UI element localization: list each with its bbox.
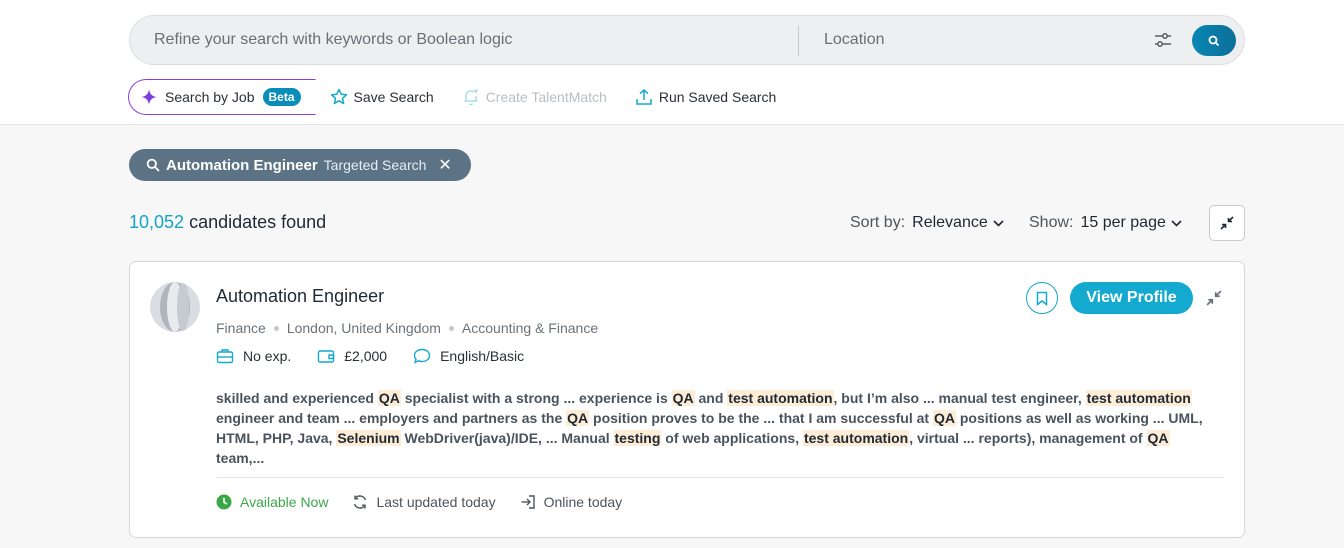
snippet-text: engineer and team ... employers and part…: [216, 410, 567, 426]
clock-icon: [216, 494, 232, 510]
online-label: Online today: [543, 494, 623, 510]
sliders-icon: [1155, 33, 1171, 47]
search-by-job-button[interactable]: Search by Job Beta: [128, 79, 316, 115]
candidate-sector: Accounting & Finance: [461, 320, 599, 336]
chevron-down-icon: [993, 219, 1004, 227]
refresh-icon: [354, 495, 367, 509]
save-search-button[interactable]: Save Search: [330, 88, 434, 106]
salary-fact: £2,000: [317, 348, 387, 364]
bookmark-button[interactable]: [1026, 282, 1058, 314]
search-divider: [798, 26, 799, 56]
candidate-card: Automation Engineer Finance London, Unit…: [129, 261, 1245, 538]
beta-badge: Beta: [262, 88, 301, 106]
star-icon: [330, 88, 347, 105]
filter-button[interactable]: [1151, 28, 1175, 52]
create-talentmatch-button[interactable]: Create TalentMatch: [462, 88, 607, 106]
snippet-highlight: QA: [1146, 430, 1170, 446]
cv-snippet: skilled and experienced QA specialist wi…: [216, 388, 1216, 468]
briefcase-icon: [216, 349, 234, 364]
card-collapse-button[interactable]: [1206, 290, 1224, 308]
run-saved-search-label: Run Saved Search: [658, 89, 777, 105]
candidate-meta: Finance London, United Kingdom Accountin…: [216, 320, 598, 336]
keywords-input[interactable]: [154, 16, 794, 64]
active-search-chip: Automation Engineer Targeted Search ✕: [129, 149, 471, 181]
snippet-text: , virtual ... reports), management of: [909, 430, 1147, 446]
bookmark-icon: [1036, 291, 1048, 306]
sort-label: Sort by:: [850, 214, 906, 231]
sort-control: Sort by: Relevance: [850, 214, 1004, 232]
page-size-dropdown[interactable]: 15 per page: [1080, 214, 1182, 232]
search-by-job-label: Search by Job: [165, 89, 255, 105]
upload-icon: [636, 89, 652, 105]
snippet-highlight: test automation: [1085, 390, 1192, 406]
results-count: 10,052 candidates found: [129, 212, 326, 233]
bell-plus-icon: [464, 89, 478, 106]
login-arrow-icon: [521, 495, 535, 509]
candidate-facts: No exp. £2,000 English/Basic: [216, 348, 550, 364]
sparkle-icon: [141, 89, 157, 105]
last-updated-label: Last updated today: [376, 494, 496, 510]
top-search-area: Search by Job Beta Save Search Create Ta…: [0, 0, 1344, 125]
wallet-icon: [318, 350, 335, 363]
snippet-text: WebDriver(java)/IDE, ... Manual: [400, 430, 614, 446]
separator-dot: [273, 325, 279, 331]
snippet-highlight: QA: [566, 410, 590, 426]
language-value: English/Basic: [440, 348, 525, 364]
sort-dropdown[interactable]: Relevance: [912, 214, 1004, 232]
snippet-highlight: Selenium: [336, 430, 401, 446]
candidate-status: Available Now Last updated today Online …: [216, 494, 646, 510]
snippet-text: of web applications,: [661, 430, 803, 446]
experience-fact: No exp.: [216, 348, 291, 364]
search-button[interactable]: [1192, 25, 1236, 56]
snippet-highlight: QA: [671, 390, 695, 406]
snippet-highlight: testing: [613, 430, 662, 446]
chat-bubble-icon: [413, 348, 431, 364]
separator-dot: [448, 325, 454, 331]
location-input[interactable]: [824, 16, 1124, 64]
search-bar: [129, 15, 1245, 65]
snippet-highlight: test automation: [727, 390, 834, 406]
chevron-down-icon: [1171, 219, 1182, 227]
snippet-highlight: test automation: [802, 430, 910, 446]
run-saved-search-button[interactable]: Run Saved Search: [635, 88, 777, 106]
salary-value: £2,000: [344, 348, 388, 364]
results-count-suffix: candidates found: [189, 212, 327, 232]
chip-term: Automation Engineer: [166, 156, 318, 174]
experience-value: No exp.: [243, 348, 292, 364]
candidate-title: Automation Engineer: [216, 286, 385, 306]
language-fact: English/Basic: [413, 348, 524, 364]
page-size-value: 15 per page: [1080, 214, 1166, 231]
snippet-text: team,...: [216, 450, 265, 466]
save-search-label: Save Search: [353, 89, 434, 105]
chip-close-icon[interactable]: ✕: [438, 155, 451, 175]
search-toolbar: Search by Job Beta Save Search Create Ta…: [128, 79, 776, 115]
collapse-arrows-icon: [1220, 216, 1234, 230]
candidate-location: London, United Kingdom: [286, 320, 441, 336]
snippet-text: skilled and experienced: [216, 390, 378, 406]
show-label: Show:: [1029, 214, 1074, 231]
online-status: Online today: [520, 494, 623, 510]
collapse-arrows-icon: [1206, 290, 1222, 306]
candidate-industry: Finance: [216, 320, 266, 336]
snippet-text: specialist with a strong ... experience …: [400, 390, 672, 406]
chip-type: Targeted Search: [323, 157, 427, 173]
view-profile-button[interactable]: View Profile: [1070, 282, 1193, 314]
collapse-all-button[interactable]: [1209, 205, 1245, 241]
snippet-highlight: QA: [377, 390, 401, 406]
search-icon: [146, 158, 160, 172]
page-size-control: Show: 15 per page: [1029, 214, 1182, 232]
results-count-number: 10,052: [129, 212, 185, 232]
availability-status: Available Now: [216, 494, 328, 510]
card-divider: [216, 477, 1224, 478]
availability-label: Available Now: [240, 494, 329, 510]
last-updated-status: Last updated today: [352, 494, 496, 510]
create-talentmatch-label: Create TalentMatch: [485, 89, 607, 105]
snippet-text: , but I’m also ... manual test engineer,: [833, 390, 1086, 406]
snippet-highlight: QA: [932, 410, 956, 426]
avatar: [150, 282, 200, 332]
snippet-text: position proves to be the ... that I am …: [589, 410, 933, 426]
sort-value: Relevance: [912, 214, 988, 231]
search-icon: [1208, 35, 1220, 46]
snippet-text: and: [694, 390, 728, 406]
